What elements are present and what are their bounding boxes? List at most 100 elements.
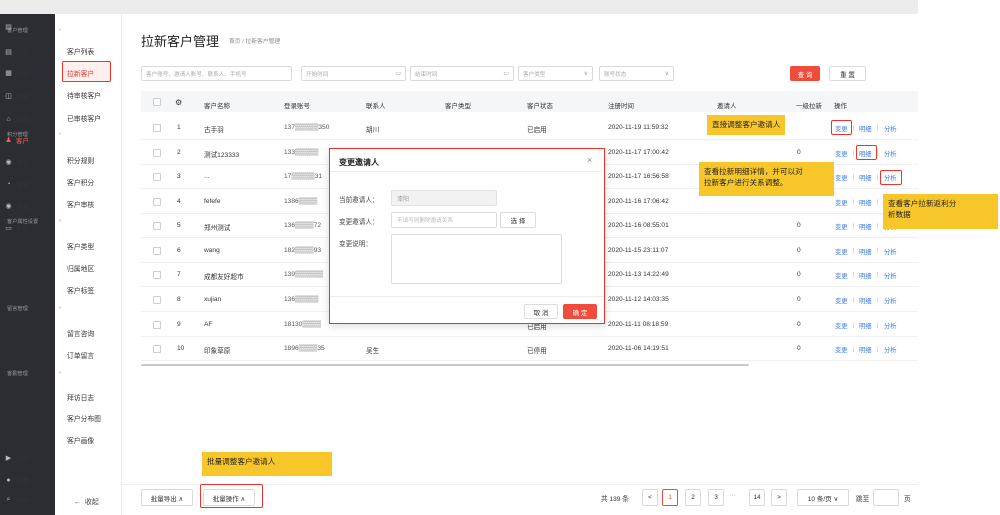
change-inviter-link[interactable]: 变更 [835, 198, 848, 207]
row-checkbox[interactable] [153, 173, 161, 181]
row-checkbox[interactable] [153, 271, 161, 279]
row-checkbox[interactable] [153, 124, 161, 132]
analyze-link[interactable]: 分析 [884, 124, 897, 133]
rail-bottom-label: 教程 [16, 456, 29, 463]
sub-item[interactable]: 拉新客户 [67, 68, 94, 78]
row-number: 7 [177, 271, 181, 278]
sub-item[interactable]: 客户积分 [67, 177, 94, 187]
page-button[interactable]: 2 [685, 489, 701, 506]
detail-link[interactable]: 明细 [859, 296, 872, 305]
collapse-button[interactable]: ← 收起 [74, 497, 99, 507]
sub-item[interactable]: 客户分布图 [67, 413, 101, 423]
page-button[interactable]: 14 [749, 489, 765, 506]
next-page-button[interactable]: > [771, 489, 787, 506]
detail-link[interactable]: 明细 [859, 222, 872, 231]
change-inviter-link[interactable]: 变更 [835, 222, 848, 231]
page-button[interactable]: 3 [708, 489, 724, 506]
settings-icon[interactable]: ⚙ [175, 98, 182, 107]
start-date-input[interactable]: 开始时间 ▭ [301, 66, 406, 81]
rail-item-4[interactable]: ⌂ 库存 [4, 112, 29, 126]
jump-page-input[interactable] [873, 489, 899, 506]
register-time: 2020-11-19 11:59:32 [608, 124, 669, 131]
register-time: 2020-11-16 17:06:42 [608, 198, 669, 205]
select-all-checkbox[interactable] [153, 98, 161, 106]
row-checkbox[interactable] [153, 149, 161, 157]
row-checkbox[interactable] [153, 321, 161, 329]
sub-item[interactable]: 待审核客户 [67, 90, 101, 100]
rail-bottom-2[interactable]: ⌕ 搜索 [4, 493, 29, 507]
sub-item[interactable]: 归属地区 [67, 263, 94, 273]
rail-item-1[interactable]: ▤ 订单 [4, 45, 29, 59]
analyze-link[interactable]: 分析 [884, 271, 897, 280]
sub-item[interactable]: 客户列表 [67, 46, 94, 56]
sub-item[interactable]: 积分规则 [67, 155, 94, 165]
change-inviter-link[interactable]: 变更 [835, 345, 848, 354]
detail-link[interactable]: 明细 [859, 321, 872, 330]
change-inviter-link[interactable]: 变更 [835, 173, 848, 182]
sub-item[interactable]: 客户标签 [67, 285, 94, 295]
analyze-link[interactable]: 分析 [884, 247, 897, 256]
sub-item[interactable]: 已审核客户 [67, 113, 101, 123]
analyze-link[interactable]: 分析 [884, 321, 897, 330]
account-status-select[interactable]: 账号状态 ∨ [599, 66, 674, 81]
rail-item-8[interactable]: ◉ 资金 [4, 199, 29, 213]
sub-item[interactable]: 订单留言 [67, 350, 94, 360]
sub-item[interactable]: 客户审核 [67, 199, 94, 209]
end-date-input[interactable]: 结束时间 ▭ [410, 66, 514, 81]
choose-inviter-button[interactable]: 选 择 [500, 212, 536, 228]
detail-link[interactable]: 明细 [859, 345, 872, 354]
row-number: 9 [177, 321, 181, 328]
top-bar [0, 0, 918, 14]
customer-name: 郑州测试 [204, 225, 231, 232]
analyze-link[interactable]: 分析 [884, 296, 897, 305]
horizontal-scrollbar[interactable] [141, 364, 749, 366]
rail-item-2[interactable]: ▦ 商品 [4, 66, 29, 80]
search-input[interactable]: 客户账号、邀请人账号、联系人、手机号 [141, 66, 292, 81]
rail-bottom-0[interactable]: ▶ 教程 [4, 451, 29, 465]
col-customer-status: 客户状态 [527, 103, 553, 110]
change-inviter-link[interactable]: 变更 [835, 296, 848, 305]
register-time: 2020-11-15 23:11:07 [608, 247, 669, 254]
row-checkbox[interactable] [153, 247, 161, 255]
rail-bottom-1[interactable]: ● 应用 [4, 473, 29, 487]
change-inviter-link[interactable]: 变更 [835, 321, 848, 330]
change-inviter-link[interactable]: 变更 [835, 247, 848, 256]
modal-ok-button[interactable]: 确 定 [563, 304, 597, 319]
change-inviter-link[interactable]: 变更 [835, 149, 848, 158]
breadcrumb[interactable]: 首页 / 拉新客户管理 [229, 36, 280, 45]
detail-link[interactable]: 明细 [859, 124, 872, 133]
page-size-select[interactable]: 10 条/页 ∨ [797, 489, 849, 506]
prev-page-button[interactable]: < [642, 489, 658, 506]
change-desc-textarea[interactable] [391, 234, 562, 284]
customer-type-select[interactable]: 客户类型 ∨ [518, 66, 593, 81]
modal-cancel-button[interactable]: 取 消 [524, 304, 558, 319]
row-checkbox[interactable] [153, 296, 161, 304]
level1-count: 0 [797, 271, 801, 278]
batch-export-button[interactable]: 批量导出 ∧ [141, 489, 193, 506]
sub-item[interactable]: 拜访日志 [67, 392, 94, 402]
query-button[interactable]: 查 询 [790, 66, 820, 81]
nav-icon: ⌂ [6, 115, 11, 123]
analyze-link[interactable]: 分析 [884, 345, 897, 354]
close-icon[interactable]: × [587, 155, 592, 165]
detail-link[interactable]: 明细 [859, 173, 872, 182]
sub-item[interactable]: 客户类型 [67, 241, 94, 251]
sub-item[interactable]: 留言咨询 [67, 328, 94, 338]
page-button[interactable]: 1 [662, 489, 678, 506]
analyze-link[interactable]: 分析 [884, 149, 897, 158]
row-checkbox[interactable] [153, 222, 161, 230]
new-inviter-input[interactable]: 不填写则删除邀请关系 [391, 212, 497, 228]
detail-link[interactable]: 明细 [859, 271, 872, 280]
rail-item-3[interactable]: ◫ 营销 [4, 89, 29, 103]
rail-item-7[interactable]: ◔ 报表 [4, 177, 29, 191]
row-checkbox[interactable] [153, 198, 161, 206]
reset-button[interactable]: 重 置 [829, 66, 866, 81]
action-divider [877, 174, 878, 180]
change-inviter-link[interactable]: 变更 [835, 271, 848, 280]
row-checkbox[interactable] [153, 345, 161, 353]
rail-item-6[interactable]: ◉ 资金 [4, 155, 29, 169]
total-count: 共 139 条 [601, 496, 629, 503]
detail-link[interactable]: 明细 [859, 198, 872, 207]
sub-item[interactable]: 客户画像 [67, 435, 94, 445]
detail-link[interactable]: 明细 [859, 247, 872, 256]
